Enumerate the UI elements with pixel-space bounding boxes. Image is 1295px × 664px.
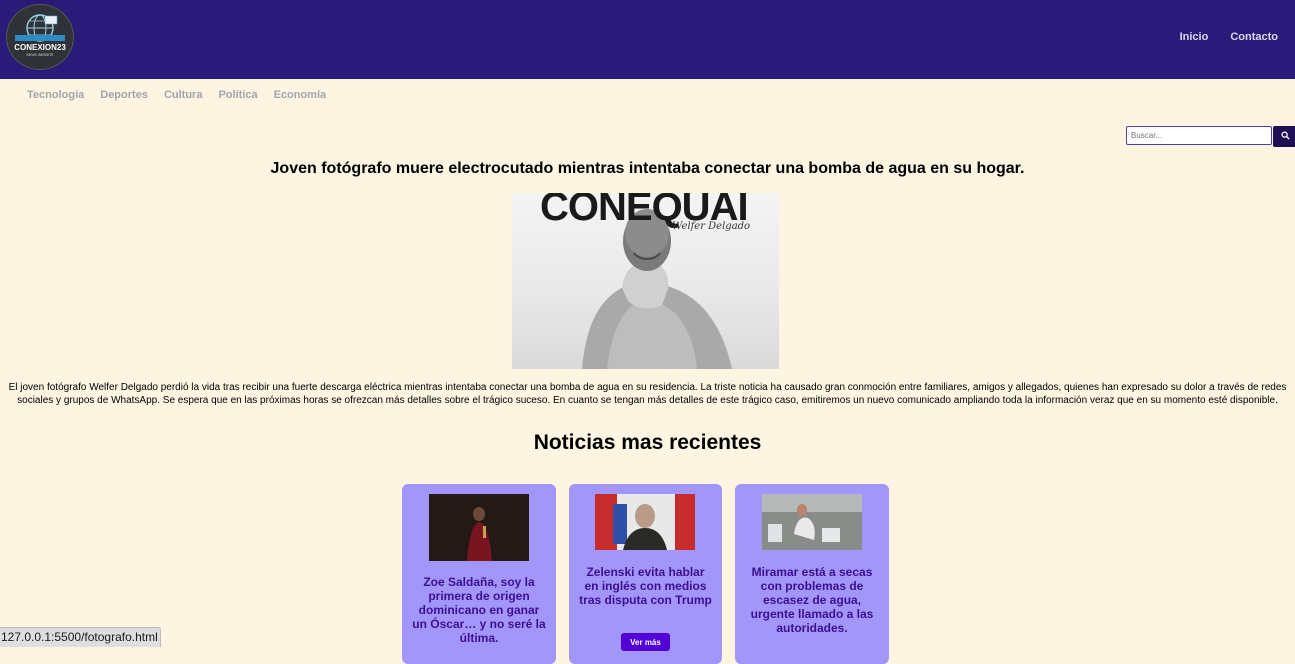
news-card-title[interactable]: Zoe Saldaña, soy la primera de origen do… — [412, 575, 546, 645]
logo-subtitle: NEWS WEBSITE — [26, 53, 54, 57]
nav-link-inicio[interactable]: Inicio — [1180, 31, 1209, 43]
article-title: Joven fotógrafo muere electrocutado mien… — [270, 160, 1025, 177]
category-link-cultura[interactable]: Cultura — [164, 89, 203, 101]
category-link-politica[interactable]: Política — [218, 89, 257, 101]
recent-news-heading: Noticias mas recientes — [533, 431, 762, 454]
search-form — [1126, 126, 1295, 147]
search-icon — [1281, 131, 1290, 140]
article-hero-image: CONEQUAI Welfer Delgado — [512, 193, 779, 369]
category-link-economia[interactable]: Economía — [274, 89, 327, 101]
main-nav: Inicio Contacto — [1180, 31, 1278, 43]
news-card-image — [762, 494, 862, 550]
top-navbar: CONEXION23 NEWS WEBSITE Inicio Contacto — [0, 0, 1295, 79]
news-card-image — [595, 494, 695, 550]
news-card-image — [429, 494, 529, 561]
site-logo[interactable]: CONEXION23 NEWS WEBSITE — [6, 4, 74, 70]
category-link-deportes[interactable]: Deportes — [100, 89, 148, 101]
search-button[interactable] — [1273, 126, 1295, 147]
globe-logo-icon — [15, 14, 65, 42]
news-card[interactable]: Zelenski evita hablar en inglés con medi… — [569, 484, 722, 664]
logo-text: CONEXION23 — [14, 43, 66, 52]
browser-status-url: 127.0.0.1:5500/fotografo.html — [0, 627, 161, 647]
search-input[interactable] — [1126, 126, 1272, 145]
water-shortage-photo-icon — [762, 494, 862, 550]
nav-link-contacto[interactable]: Contacto — [1230, 31, 1278, 43]
category-nav: Tecnología Deportes Cultura Política Eco… — [27, 89, 326, 101]
news-card[interactable]: Miramar está a secas con problemas de es… — [735, 484, 889, 664]
hero-image-signature: Welfer Delgado — [672, 221, 751, 232]
hero-image-heading: CONEQUAI — [540, 193, 749, 229]
news-card[interactable]: Zoe Saldaña, soy la primera de origen do… — [402, 484, 556, 664]
read-more-button[interactable]: Ver más — [621, 633, 670, 651]
news-card-title[interactable]: Zelenski evita hablar en inglés con medi… — [579, 565, 712, 607]
news-card-title[interactable]: Miramar está a secas con problemas de es… — [745, 565, 879, 635]
award-photo-icon — [429, 494, 529, 561]
category-link-tecnologia[interactable]: Tecnología — [27, 89, 84, 101]
article-body: El joven fotógrafo Welfer Delgado perdió… — [8, 382, 1287, 406]
press-photo-icon — [595, 494, 695, 550]
